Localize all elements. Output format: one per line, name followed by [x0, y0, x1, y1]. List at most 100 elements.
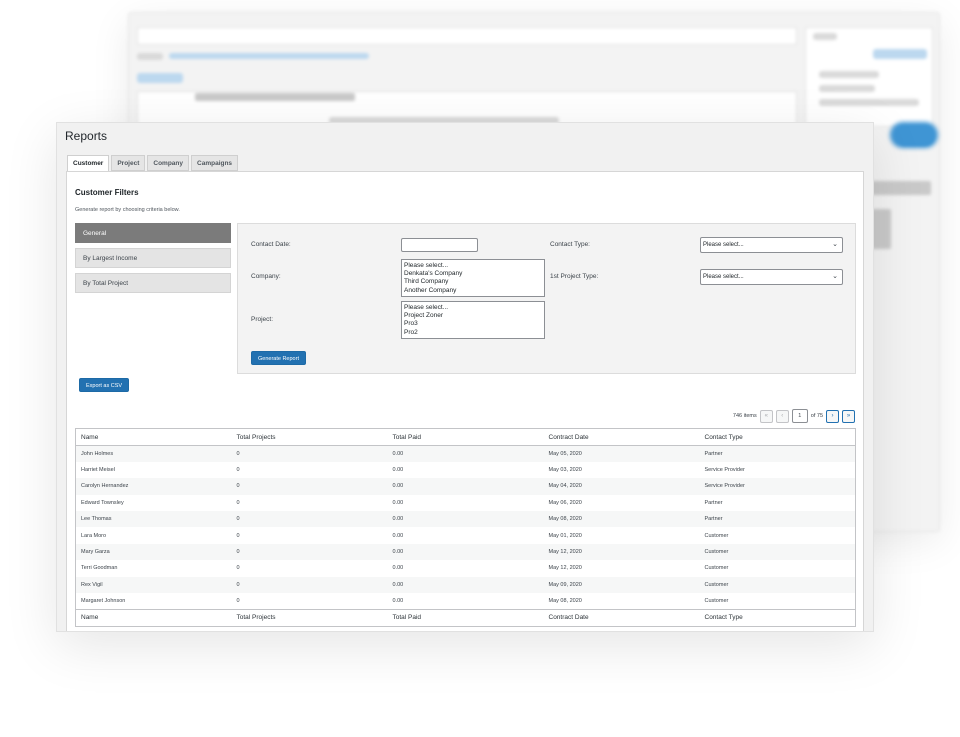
table-row: Lara Moro 0 0.00 May 01, 2020 Customer — [76, 527, 856, 543]
cell-contact-type: Customer — [704, 565, 729, 572]
page-title: Reports — [65, 129, 108, 143]
cell-contract-date: May 01, 2020 — [548, 532, 582, 539]
company-option[interactable]: Another Company — [404, 287, 542, 295]
column-footer-name[interactable]: Name — [75, 608, 232, 627]
cell-contact-type: Partner — [699, 445, 856, 462]
project-option[interactable]: Pro2 — [404, 329, 542, 337]
cell-contract-date: May 03, 2020 — [548, 467, 582, 474]
contact-type-value: Please select... — [703, 242, 744, 248]
bg-side-title — [813, 33, 837, 40]
bg-side-button — [873, 49, 927, 59]
project-label: Project: — [251, 316, 274, 323]
cell-total-paid: 0.00 — [387, 478, 544, 495]
table-row: Terri Goodman 0 0.00 May 12, 2020 Custom… — [76, 560, 856, 576]
filters-heading: Customer Filters — [75, 188, 139, 197]
side-nav-general[interactable]: General — [75, 223, 231, 243]
project-type-value: Please select... — [703, 274, 744, 280]
cell-total-paid: 0.00 — [392, 532, 404, 539]
project-option[interactable]: Project Zoner — [404, 312, 542, 320]
cell-name: Lara Moro — [81, 532, 107, 539]
cell-name: John Holmes — [75, 445, 232, 462]
bg-side-line — [819, 99, 919, 106]
column-header-contact-type[interactable]: Contact Type — [699, 428, 856, 446]
report-tabs: Customer Project Company Campaigns — [67, 155, 239, 172]
column-footer-contract-date[interactable]: Contract Date — [543, 608, 700, 627]
filter-side-nav: General By Largest Income By Total Proje… — [75, 223, 231, 298]
bg-title-input — [137, 27, 797, 45]
filters-description: Generate report by choosing criteria bel… — [75, 207, 180, 213]
company-label: Company: — [251, 273, 281, 280]
company-option[interactable]: Third Company — [404, 278, 542, 286]
project-option[interactable]: Pro3 — [404, 320, 542, 328]
cell-total-projects: 0 — [236, 532, 240, 539]
tab-campaigns[interactable]: Campaigns — [191, 155, 239, 171]
table-row: Rex Vigil 0 0.00 May 09, 2020 Customer — [75, 576, 856, 594]
pagination: 746 items « ‹ 1 of 75 › » — [733, 409, 855, 423]
cell-contact-type: Service Provider — [704, 467, 745, 474]
bg-side-line — [819, 85, 875, 92]
company-select[interactable]: Please select... Denkata's Company Third… — [401, 259, 545, 297]
contact-date-label: Contact Date: — [251, 241, 291, 248]
bg-add-media — [137, 73, 183, 83]
cell-total-projects: 0 — [231, 576, 388, 594]
cell-total-paid: 0.00 — [392, 565, 404, 572]
cell-total-projects: 0 — [231, 478, 388, 495]
chevron-down-icon: ⌄ — [832, 273, 838, 280]
cell-contract-date: May 06, 2020 — [548, 499, 582, 506]
table-row: Mary Garza 0 0.00 May 12, 2020 Customer — [75, 543, 856, 561]
side-nav-largest-income[interactable]: By Largest Income — [75, 248, 231, 268]
bg-label — [137, 53, 163, 60]
table-header-row: Name Total Projects Total Paid Contract … — [75, 428, 856, 446]
cell-contact-type: Customer — [699, 543, 856, 561]
cell-total-paid: 0.00 — [387, 576, 544, 594]
column-header-total-projects[interactable]: Total Projects — [231, 428, 388, 446]
side-nav-total-project[interactable]: By Total Project — [75, 273, 231, 293]
cell-contact-type: Service Provider — [699, 478, 856, 495]
cell-name: Margaret Johnson — [81, 597, 126, 604]
bg-side-block — [871, 209, 891, 249]
cell-total-paid: 0.00 — [392, 499, 404, 506]
company-option[interactable]: Please select... — [404, 262, 542, 270]
export-csv-button[interactable]: Export as CSV — [79, 378, 130, 392]
tab-company[interactable]: Company — [147, 155, 190, 171]
cell-name: Lee Thomas — [75, 511, 232, 528]
tab-project[interactable]: Project — [111, 155, 146, 171]
column-header-total-paid[interactable]: Total Paid — [387, 428, 544, 446]
cell-contact-type: Customer — [699, 576, 856, 594]
contact-type-label: Contact Type: — [550, 241, 590, 248]
project-type-select[interactable]: Please select... ⌄ — [700, 269, 843, 285]
cell-name: Terri Goodman — [81, 565, 118, 572]
prev-page-button[interactable]: ‹ — [775, 409, 789, 423]
cell-total-projects: 0 — [231, 511, 388, 528]
first-page-button[interactable]: « — [759, 409, 773, 423]
column-footer-total-paid[interactable]: Total Paid — [387, 608, 544, 627]
last-page-button[interactable]: » — [842, 409, 855, 423]
project-option[interactable]: Please select... — [404, 304, 542, 312]
cell-contract-date: May 08, 2020 — [543, 511, 700, 528]
cell-contact-type: Customer — [704, 532, 729, 539]
contact-date-input[interactable] — [401, 238, 478, 252]
table-row: Lee Thomas 0 0.00 May 08, 2020 Partner — [75, 511, 856, 528]
table-row: Margaret Johnson 0 0.00 May 08, 2020 Cus… — [76, 593, 856, 609]
bg-permalink — [169, 53, 369, 59]
cell-name: Rex Vigil — [75, 576, 232, 594]
tab-customer[interactable]: Customer — [67, 155, 110, 172]
cell-total-paid: 0.00 — [392, 597, 404, 604]
table-row: Carolyn Hernandez 0 0.00 May 04, 2020 Se… — [75, 478, 856, 495]
column-header-contract-date[interactable]: Contract Date — [543, 428, 700, 446]
generate-report-button[interactable]: Generate Report — [251, 351, 306, 365]
column-footer-contact-type[interactable]: Contact Type — [699, 608, 856, 627]
cell-contact-type: Partner — [699, 511, 856, 528]
items-count: 746 items — [732, 413, 757, 419]
cell-name: Mary Garza — [75, 543, 232, 561]
column-header-name[interactable]: Name — [75, 428, 232, 446]
next-page-button[interactable]: › — [826, 409, 839, 423]
cell-name: Harriet Meisel — [81, 467, 115, 474]
current-page-input[interactable]: 1 — [791, 409, 808, 423]
project-select[interactable]: Please select... Project Zoner Pro3 Pro2 — [401, 301, 545, 339]
contact-type-select[interactable]: Please select... ⌄ — [700, 237, 843, 253]
cell-name: Edward Townsley — [81, 499, 124, 506]
column-footer-total-projects[interactable]: Total Projects — [231, 608, 388, 627]
cell-total-paid: 0.00 — [392, 467, 404, 474]
company-option[interactable]: Denkata's Company — [404, 270, 542, 278]
